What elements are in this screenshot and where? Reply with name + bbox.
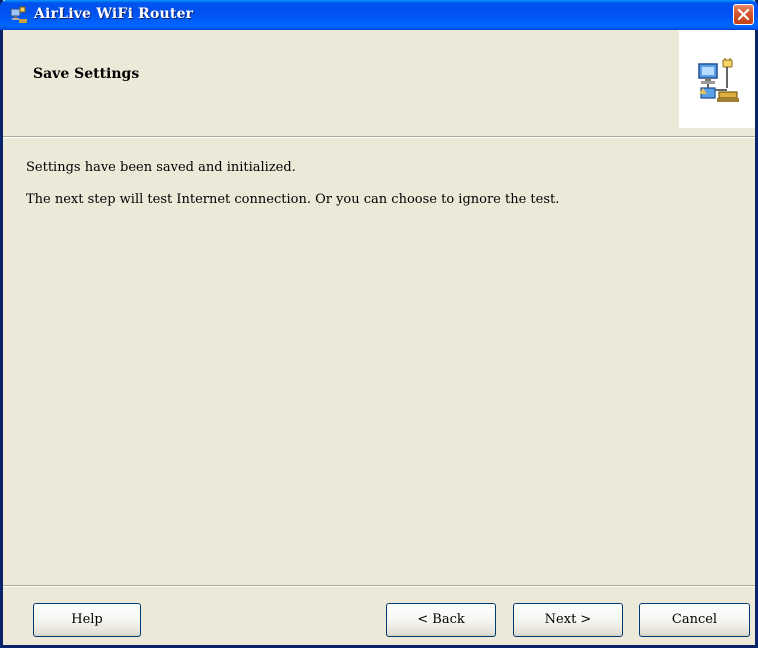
footer-divider: [3, 585, 755, 587]
wizard-window: AirLive WiFi Router Save Settings Settin…: [0, 0, 758, 648]
next-step-message: The next step will test Internet connect…: [26, 192, 560, 207]
saved-message: Settings have been saved and initialized…: [26, 160, 296, 175]
page-title: Save Settings: [33, 66, 140, 82]
window-title: AirLive WiFi Router: [34, 6, 194, 22]
network-computers-icon: [698, 58, 739, 102]
app-icon: [10, 6, 28, 24]
header-divider: [3, 136, 755, 138]
help-button[interactable]: Help: [33, 603, 141, 637]
wizard-content: Settings have been saved and initialized…: [26, 160, 726, 224]
cancel-button[interactable]: Cancel: [639, 603, 750, 637]
close-icon: [737, 8, 750, 21]
next-button[interactable]: Next >: [513, 603, 623, 637]
close-button[interactable]: [733, 4, 754, 25]
title-bar[interactable]: AirLive WiFi Router: [0, 0, 758, 30]
wizard-header: Save Settings: [3, 30, 755, 131]
header-image: [679, 30, 755, 128]
back-button[interactable]: < Back: [386, 603, 496, 637]
